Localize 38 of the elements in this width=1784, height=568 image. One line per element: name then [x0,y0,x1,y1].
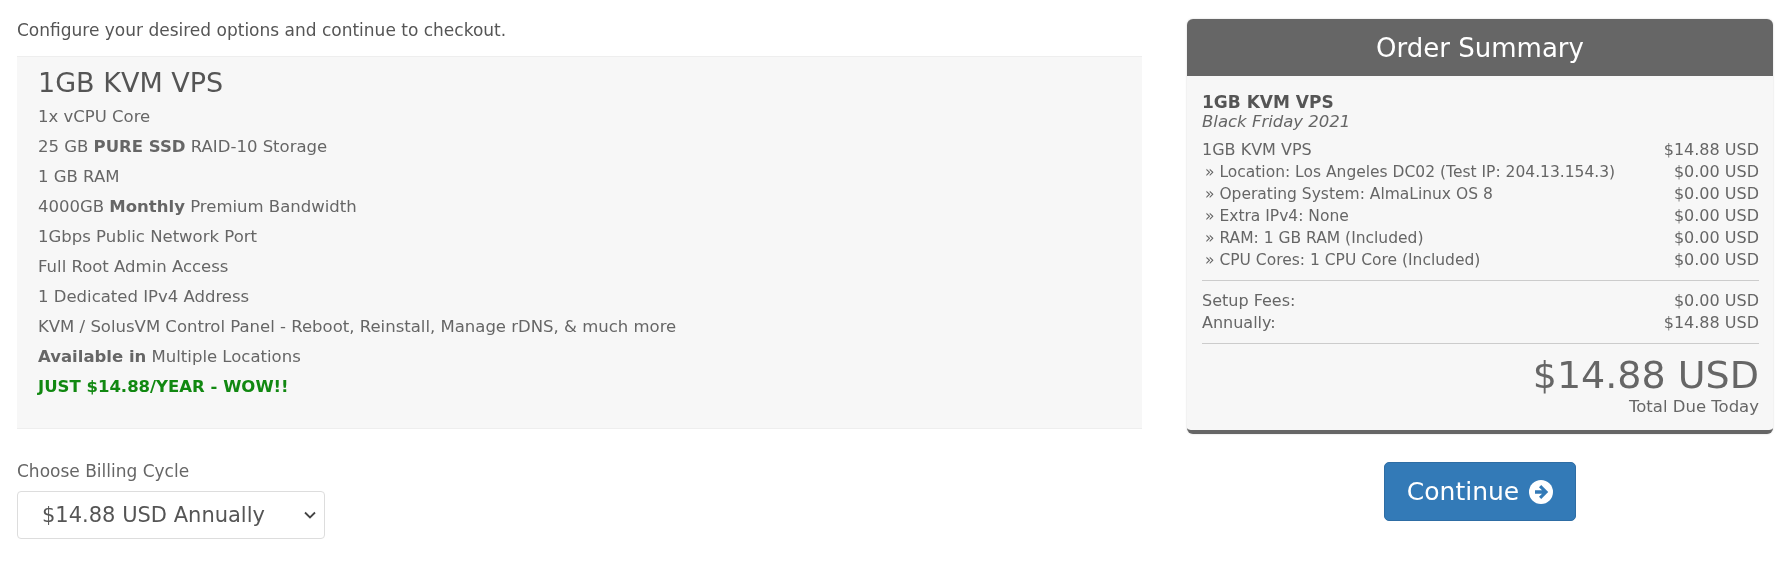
billing-select[interactable]: $14.88 USD Annually [17,491,325,539]
feature-text: 4000GB Monthly Premium Bandwidth [38,196,358,218]
feature-text: 25 GB PURE SSD RAID-10 Storage [38,136,329,158]
line-label: » Operating System: AlmaLinux OS 8 [1204,184,1493,205]
promo-text: JUST $14.88/YEAR - WOW!! [38,376,290,398]
line-amount: $0.00 USD [1673,227,1759,249]
arrow-circle-icon [1529,479,1554,504]
intro-text: Configure your desired options and continue to checkout. [17,20,508,40]
line-amount: $0.00 USD [1673,249,1759,271]
line-amount: $14.88 USD [1663,139,1759,161]
feature-text: KVM / SolusVM Control Panel - Reboot, Reinstall, Manage rDNS, & much more [38,316,678,338]
line-label: » Extra IPv4: None [1204,206,1349,227]
feature-text: 1x vCPU Core [38,106,152,128]
fee-amount: $14.88 USD [1663,312,1759,334]
feature-text: 1 GB RAM [38,166,121,188]
total-label: Total Due Today [1627,397,1759,416]
product-group: Black Friday 2021 [1202,112,1759,131]
summary-header: Order Summary [1187,19,1773,76]
feature-text: 1Gbps Public Network Port [38,226,258,248]
line-amount: $0.00 USD [1673,183,1759,205]
caret-icon [304,511,316,519]
line-label: » Location: Los Angeles DC02 (Test IP: 204.13.154.3) [1204,162,1616,183]
line-label: » CPU Cores: 1 CPU Core (Included) [1204,250,1481,271]
line-amount: $0.00 USD [1673,161,1759,183]
product-name: 1GB KVM VPS [1202,92,1335,112]
line-label: 1GB KVM VPS [1202,139,1312,161]
fee-amount: $0.00 USD [1673,290,1759,312]
fee-label: Setup Fees: [1202,290,1296,312]
product-title: 1GB KVM VPS [38,67,225,98]
line-label: » RAM: 1 GB RAM (Included) [1204,228,1424,249]
feature-text: 1 Dedicated IPv4 Address [38,286,251,308]
billing-label: Choose Billing Cycle [17,461,191,481]
feature-text: Available in Multiple Locations [38,346,302,368]
feature-text: Full Root Admin Access [38,256,230,278]
continue-button[interactable]: Continue [1383,462,1577,521]
fee-label: Annually: [1202,312,1276,334]
total-amount: $14.88 USD [1531,353,1759,397]
line-amount: $0.00 USD [1673,205,1759,227]
